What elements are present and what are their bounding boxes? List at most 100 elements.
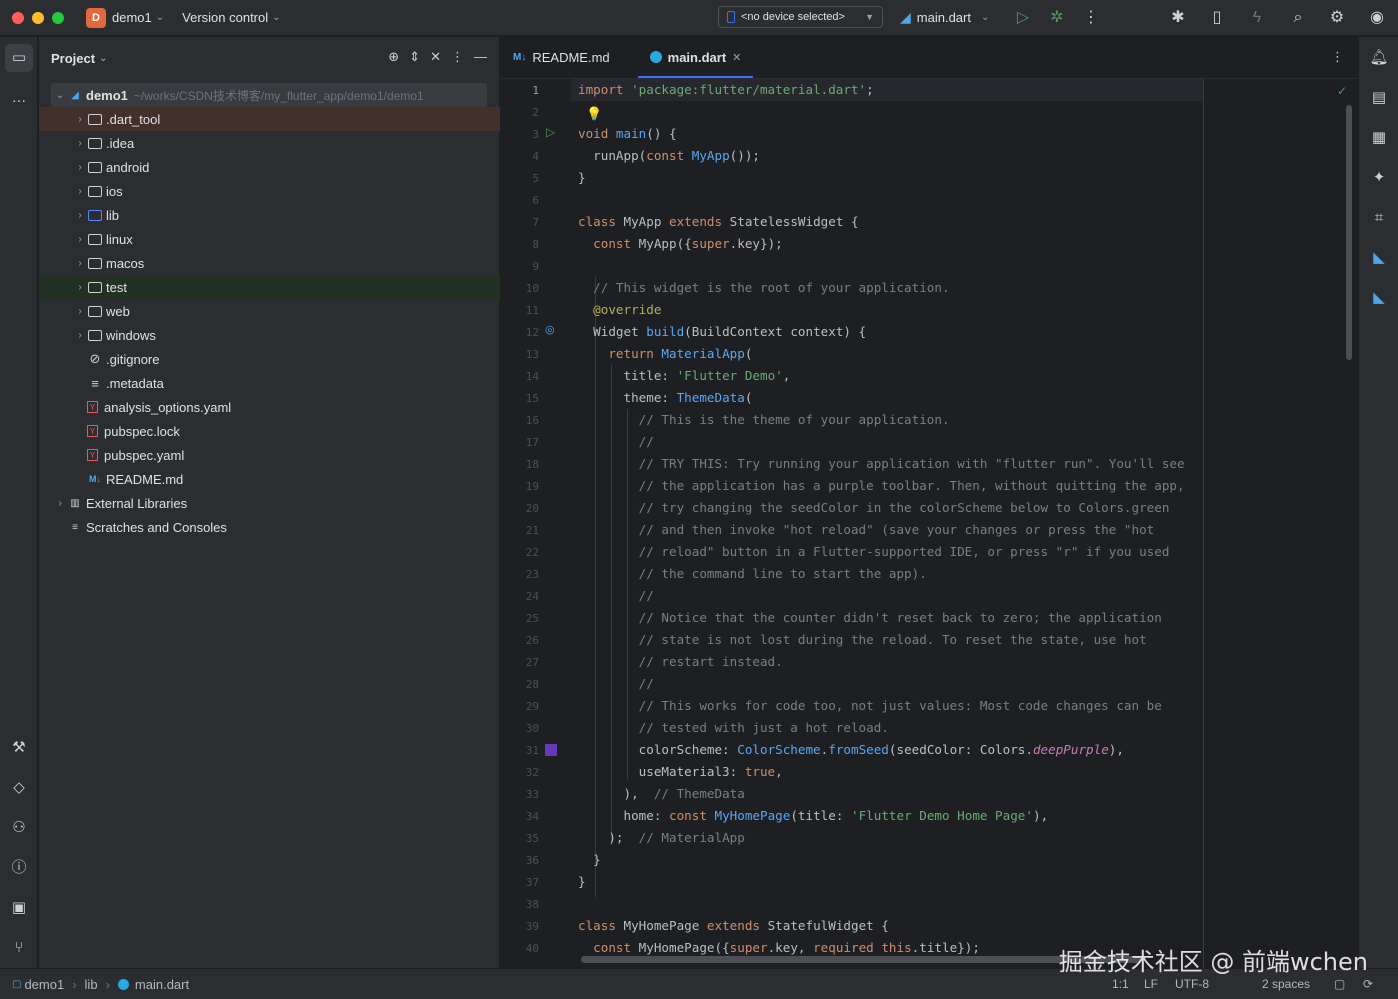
tree-item[interactable]: › ios [39,179,500,203]
caret-position[interactable]: 1:1 [1112,977,1129,991]
tree-item[interactable]: › android [39,155,500,179]
vertical-scrollbar[interactable] [1346,105,1352,360]
chevron-right-icon[interactable]: › [73,114,87,125]
lightning-icon[interactable]: ϟ [1247,8,1267,28]
minimize-window-button[interactable] [32,11,44,24]
more-vertical-icon[interactable]: ⋮ [1331,49,1344,65]
line-separator[interactable]: LF [1144,977,1158,991]
indent-setting[interactable]: 2 spaces [1262,977,1310,991]
tree-item[interactable]: ⊘ .gitignore [39,347,500,371]
run-gutter-icon[interactable]: ▷ [546,125,555,139]
expand-all-icon[interactable]: ⇕ [409,49,420,65]
code-line: // TRY THIS: Try running your applicatio… [578,453,1185,475]
hide-panel-icon[interactable]: — [474,49,487,65]
tree-item[interactable]: › .dart_tool [39,107,500,131]
search-icon[interactable]: ⌕ [1288,8,1308,28]
line-number: 24 [525,590,539,603]
chevron-down-icon[interactable]: ⌄ [53,90,67,101]
code-view[interactable]: import 'package:flutter/material.dart'; v… [578,79,1203,968]
tree-item[interactable]: › lib [39,203,500,227]
gem-icon[interactable]: ◇ [5,774,33,802]
chevron-right-icon[interactable]: › [73,162,87,173]
tree-item[interactable]: › .idea [39,131,500,155]
chevron-right-icon[interactable]: › [53,498,67,509]
tree-item[interactable]: Ypubspec.lock [39,419,500,443]
locate-file-icon[interactable]: ⊕ [388,49,399,65]
chevron-right-icon[interactable]: › [73,330,87,341]
run-icon[interactable]: ▷ [1013,8,1033,28]
ai-sparkle-icon[interactable]: ✦ [1365,164,1393,192]
sync-icon[interactable]: ⟳ [1363,977,1373,991]
device-file-icon[interactable]: ▤ [1365,84,1393,112]
device-selector[interactable]: <no device selected> ▼ [718,6,883,28]
git-branch-icon[interactable]: ⑂ [5,934,33,962]
close-window-button[interactable] [12,11,24,24]
code-token: } [578,170,586,185]
flutter-performance-icon[interactable]: ◣ [1365,284,1393,312]
line-number: 9 [532,260,539,273]
build-hammer-icon[interactable]: ⚒ [5,734,33,762]
plugins-icon[interactable]: ✱ [1168,8,1188,28]
chevron-right-icon[interactable]: › [73,258,87,269]
chevron-right-icon[interactable]: › [73,306,87,317]
code-token: MyHomePage [714,808,791,823]
options-icon[interactable]: ⋮ [451,49,464,65]
close-icon[interactable]: ✕ [732,51,741,64]
tree-item[interactable]: › windows [39,323,500,347]
tree-item[interactable]: › test [39,275,500,299]
project-switcher[interactable]: demo1 [112,10,152,25]
scratches-row[interactable]: ≡ Scratches and Consoles [39,515,500,539]
breadcrumb-file[interactable]: main.dart [135,977,189,992]
override-gutter-icon[interactable]: ◎ [545,323,555,336]
color-swatch-icon[interactable] [545,744,557,756]
folder-icon[interactable]: ▭ [5,44,33,72]
tree-item[interactable]: Ypubspec.yaml [39,443,500,467]
chevron-right-icon[interactable]: › [73,210,87,221]
lock-icon[interactable]: ▢ [1334,977,1345,991]
tree-item[interactable]: Yanalysis_options.yaml [39,395,500,419]
gear-icon[interactable]: ⚙ [1327,8,1347,28]
problems-icon[interactable]: ⓘ [5,854,33,882]
tree-item[interactable]: › linux [39,227,500,251]
tab-main-dart[interactable]: main.dart ✕ [637,36,754,78]
tab-readme[interactable]: M↓ README.md [501,36,622,78]
code-token: .title}); [911,940,980,955]
device-manager-icon[interactable]: ▯ [1207,8,1227,28]
inspector-icon[interactable]: ⌗ [1365,204,1393,232]
zoom-window-button[interactable] [52,11,64,24]
code-token: 'Flutter Demo Home Page' [851,808,1033,823]
project-panel-title[interactable]: Project [51,51,95,66]
external-libraries-row[interactable]: › ▥ External Libraries [39,491,500,515]
breadcrumb-folder[interactable]: lib [85,977,98,992]
notifications-icon[interactable]: 🔔︎ [1365,44,1393,72]
flutter-inspector-icon[interactable]: ◣ [1365,244,1393,272]
window-controls [12,11,64,24]
breadcrumb-project[interactable]: demo1 [24,977,64,992]
tree-item[interactable]: M↓ README.md [39,467,500,491]
folder-icon [87,208,103,222]
more-vertical-icon[interactable]: ⋮ [1081,8,1101,28]
services-icon[interactable]: ⚇ [5,814,33,842]
tree-item[interactable]: ≡ .metadata [39,371,500,395]
chevron-right-icon[interactable]: › [73,138,87,149]
code-token: StatelessWidget { [729,214,859,229]
chevron-right-icon[interactable]: › [73,282,87,293]
tree-item[interactable]: › macos [39,251,500,275]
tree-item-label: ios [106,183,123,199]
chevron-right-icon[interactable]: › [73,234,87,245]
line-number: 16 [525,414,539,427]
tree-item-label: macos [106,255,145,271]
file-encoding[interactable]: UTF-8 [1175,977,1209,991]
tree-item[interactable]: › web [39,299,500,323]
tree-root-row[interactable]: ⌄ ◢ demo1 ~/works/CSDN技术博客/my_flutter_ap… [39,83,500,107]
account-icon[interactable]: ◉ [1367,8,1387,28]
terminal-icon[interactable]: ▣ [5,894,33,922]
chevron-right-icon[interactable]: › [73,186,87,197]
more-horizontal-icon[interactable]: … [5,84,33,112]
run-config-selector[interactable]: ◢ main.dart ⌄ [900,9,989,26]
collapse-all-icon[interactable]: ✕ [430,49,441,65]
vcs-menu[interactable]: Version control [182,10,268,25]
clipboard-icon[interactable]: ▦ [1365,124,1393,152]
horizontal-scrollbar[interactable] [581,956,1141,963]
debug-icon[interactable]: ✲ [1047,8,1067,28]
